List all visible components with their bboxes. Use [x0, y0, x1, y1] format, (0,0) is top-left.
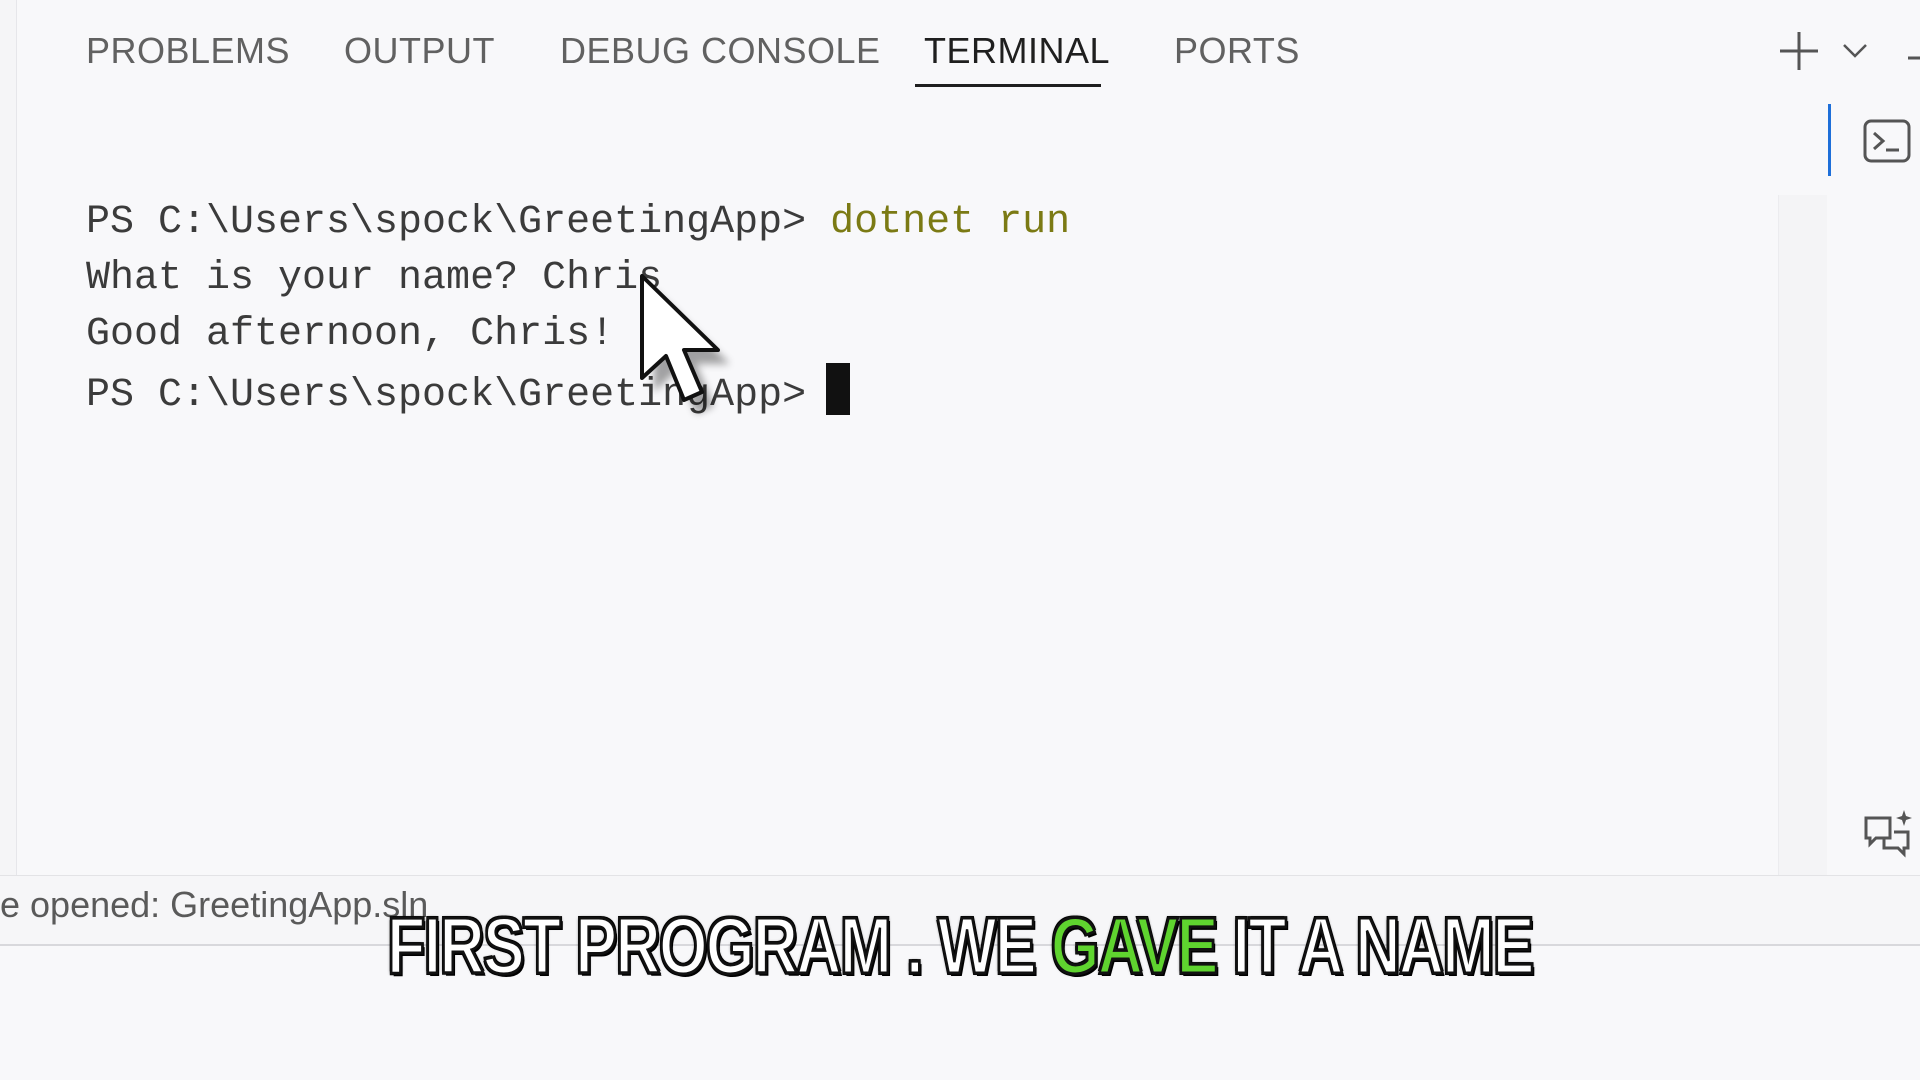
active-terminal-marker — [1828, 104, 1831, 176]
tab-ports[interactable]: PORTS — [1174, 30, 1300, 72]
terminal-output[interactable]: PS C:\Users\spock\GreetingApp> dotnet ru… — [86, 195, 1766, 419]
terminal-scrollbar[interactable] — [1778, 195, 1827, 875]
terminal-command: dotnet run — [830, 200, 1071, 245]
mouse-pointer-icon — [634, 272, 744, 432]
more-icon[interactable] — [1908, 48, 1920, 66]
terminal-line: What is your name? Chris — [86, 256, 663, 301]
tab-problems[interactable]: PROBLEMS — [86, 30, 290, 72]
active-tab-underline — [915, 84, 1101, 87]
tab-output[interactable]: OUTPUT — [344, 30, 495, 72]
terminal-line: PS C:\Users\spock\GreetingApp> dotnet ru… — [86, 195, 1766, 251]
chevron-down-icon[interactable] — [1840, 38, 1870, 67]
video-caption: FIRST PROGRAM . WE GAVE IT A NAME — [211, 900, 1709, 992]
left-edge — [0, 0, 17, 875]
tab-debug-console[interactable]: DEBUG CONSOLE — [560, 30, 881, 72]
terminal-prompt: PS C:\Users\spock\GreetingApp> — [86, 200, 807, 245]
plus-icon[interactable] — [1776, 28, 1822, 79]
terminal-caret — [826, 363, 851, 415]
vscode-panel-frame: PROBLEMS OUTPUT DEBUG CONSOLE TERMINAL P… — [0, 0, 1920, 1080]
tab-terminal[interactable]: TERMINAL — [924, 30, 1110, 72]
caption-text: FIRST PROGRAM . WE — [386, 900, 1051, 992]
panel-tabbar: PROBLEMS OUTPUT DEBUG CONSOLE TERMINAL P… — [0, 0, 1920, 100]
caption-highlight: GAVE — [1050, 900, 1220, 992]
terminal-icon[interactable] — [1862, 116, 1912, 171]
terminal-line: Good afternoon, Chris! — [86, 312, 615, 357]
chat-sparkle-icon[interactable] — [1860, 808, 1914, 867]
terminal-line: PS C:\Users\spock\GreetingApp> — [86, 363, 1766, 419]
caption-text: IT A NAME — [1216, 900, 1535, 992]
